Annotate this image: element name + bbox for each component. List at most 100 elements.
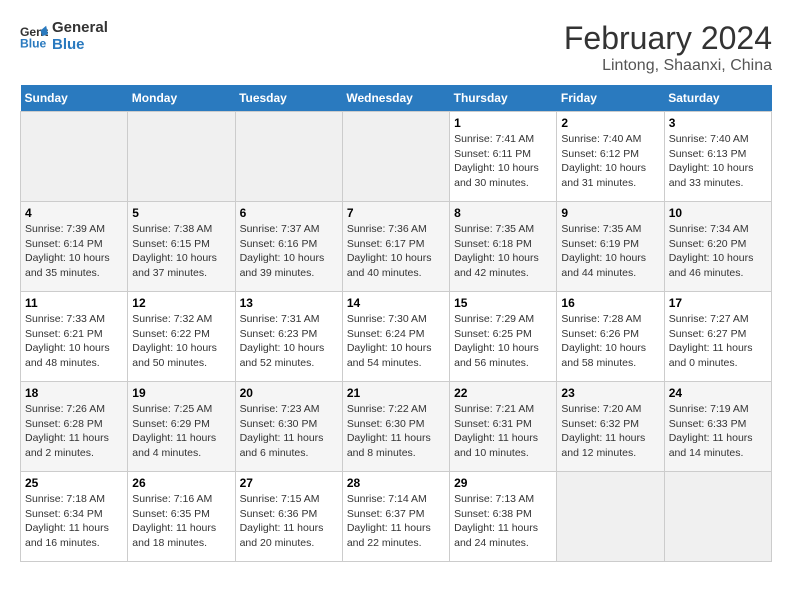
calendar-cell: 3Sunrise: 7:40 AMSunset: 6:13 PMDaylight… [664,112,771,202]
day-info: Sunrise: 7:18 AMSunset: 6:34 PMDaylight:… [25,492,123,551]
calendar-cell [128,112,235,202]
calendar-cell [342,112,449,202]
calendar-cell: 25 Sunrise: 7:18 AMSunset: 6:34 PMDayligh… [21,472,128,562]
day-number: 28 [347,476,445,490]
day-number: 26 [132,476,230,490]
day-number: 9 [561,206,659,220]
day-number: 24 [669,386,767,400]
calendar-week-1: 1 Sunrise: 7:41 AMSunset: 6:11 PMDaylight… [21,112,772,202]
day-number: 13 [240,296,338,310]
day-info: Sunrise: 7:34 AMSunset: 6:20 PMDaylight:… [669,222,767,281]
calendar-cell: 24 Sunrise: 7:19 AMSunset: 6:33 PMDayligh… [664,382,771,472]
calendar-cell: 26Sunrise: 7:16 AMSunset: 6:35 PMDayligh… [128,472,235,562]
logo-icon: General Blue [20,23,48,51]
day-info: Sunrise: 7:14 AMSunset: 6:37 PMDaylight:… [347,492,445,551]
header-day-friday: Friday [557,85,664,112]
calendar-cell [235,112,342,202]
calendar-subtitle: Lintong, Shaanxi, China [564,57,772,75]
day-info: Sunrise: 7:41 AMSunset: 6:11 PMDaylight:… [454,132,552,191]
day-info: Sunrise: 7:27 AMSunset: 6:27 PMDaylight:… [669,312,767,371]
day-number: 27 [240,476,338,490]
day-number: 16 [561,296,659,310]
calendar-cell: 18Sunrise: 7:26 AMSunset: 6:28 PMDayligh… [21,382,128,472]
calendar-cell [21,112,128,202]
calendar-week-5: 25 Sunrise: 7:18 AMSunset: 6:34 PMDayligh… [21,472,772,562]
calendar-title: February 2024 [564,20,772,57]
day-info: Sunrise: 7:23 AMSunset: 6:30 PMDaylight:… [240,402,338,461]
day-info: Sunrise: 7:36 AMSunset: 6:17 PMDaylight:… [347,222,445,281]
calendar-week-2: 4Sunrise: 7:39 AMSunset: 6:14 PMDaylight… [21,202,772,292]
logo-line2: Blue [52,37,108,54]
calendar-header-row: SundayMondayTuesdayWednesdayThursdayFrid… [21,85,772,112]
day-info: Sunrise: 7:19 AMSunset: 6:33 PMDaylight:… [669,402,767,461]
day-number: 21 [347,386,445,400]
calendar-cell [557,472,664,562]
calendar-cell: 2 Sunrise: 7:40 AMSunset: 6:12 PMDaylight… [557,112,664,202]
calendar-table: SundayMondayTuesdayWednesdayThursdayFrid… [20,85,772,562]
calendar-cell: 29 Sunrise: 7:13 AMSunset: 6:38 PMDayligh… [450,472,557,562]
day-number: 22 [454,386,552,400]
day-info: Sunrise: 7:38 AMSunset: 6:15 PMDaylight:… [132,222,230,281]
day-number: 5 [132,206,230,220]
calendar-week-3: 11 Sunrise: 7:33 AMSunset: 6:21 PMDayligh… [21,292,772,382]
day-info: Sunrise: 7:13 AMSunset: 6:38 PMDaylight:… [454,492,552,551]
calendar-cell: 14 Sunrise: 7:30 AMSunset: 6:24 PMDayligh… [342,292,449,382]
calendar-cell: 1 Sunrise: 7:41 AMSunset: 6:11 PMDaylight… [450,112,557,202]
day-number: 15 [454,296,552,310]
calendar-cell: 5 Sunrise: 7:38 AMSunset: 6:15 PMDaylight… [128,202,235,292]
calendar-cell: 16Sunrise: 7:28 AMSunset: 6:26 PMDayligh… [557,292,664,382]
calendar-cell: 8Sunrise: 7:35 AMSunset: 6:18 PMDaylight… [450,202,557,292]
day-info: Sunrise: 7:25 AMSunset: 6:29 PMDaylight:… [132,402,230,461]
day-number: 11 [25,296,123,310]
calendar-cell: 12 Sunrise: 7:32 AMSunset: 6:22 PMDayligh… [128,292,235,382]
day-info: Sunrise: 7:29 AMSunset: 6:25 PMDaylight:… [454,312,552,371]
day-number: 8 [454,206,552,220]
logo: General Blue General Blue [20,20,108,53]
day-number: 1 [454,116,552,130]
header: General Blue General Blue February 2024 … [20,20,772,75]
day-number: 2 [561,116,659,130]
day-info: Sunrise: 7:39 AMSunset: 6:14 PMDaylight:… [25,222,123,281]
day-info: Sunrise: 7:32 AMSunset: 6:22 PMDaylight:… [132,312,230,371]
calendar-cell: 20 Sunrise: 7:23 AMSunset: 6:30 PMDayligh… [235,382,342,472]
day-number: 14 [347,296,445,310]
day-info: Sunrise: 7:22 AMSunset: 6:30 PMDaylight:… [347,402,445,461]
header-day-tuesday: Tuesday [235,85,342,112]
day-number: 19 [132,386,230,400]
title-area: February 2024 Lintong, Shaanxi, China [564,20,772,75]
day-info: Sunrise: 7:40 AMSunset: 6:12 PMDaylight:… [561,132,659,191]
day-number: 20 [240,386,338,400]
calendar-week-4: 18Sunrise: 7:26 AMSunset: 6:28 PMDayligh… [21,382,772,472]
day-number: 6 [240,206,338,220]
calendar-cell: 21 Sunrise: 7:22 AMSunset: 6:30 PMDayligh… [342,382,449,472]
day-info: Sunrise: 7:30 AMSunset: 6:24 PMDaylight:… [347,312,445,371]
day-info: Sunrise: 7:33 AMSunset: 6:21 PMDaylight:… [25,312,123,371]
calendar-cell: 11 Sunrise: 7:33 AMSunset: 6:21 PMDayligh… [21,292,128,382]
logo-line1: General [52,20,108,37]
calendar-cell: 28 Sunrise: 7:14 AMSunset: 6:37 PMDayligh… [342,472,449,562]
calendar-cell: 7 Sunrise: 7:36 AMSunset: 6:17 PMDaylight… [342,202,449,292]
day-number: 23 [561,386,659,400]
day-number: 12 [132,296,230,310]
calendar-cell: 10 Sunrise: 7:34 AMSunset: 6:20 PMDayligh… [664,202,771,292]
calendar-cell: 27 Sunrise: 7:15 AMSunset: 6:36 PMDayligh… [235,472,342,562]
day-number: 17 [669,296,767,310]
svg-text:Blue: Blue [20,36,47,50]
day-info: Sunrise: 7:31 AMSunset: 6:23 PMDaylight:… [240,312,338,371]
header-day-saturday: Saturday [664,85,771,112]
day-number: 29 [454,476,552,490]
day-number: 25 [25,476,123,490]
day-number: 7 [347,206,445,220]
calendar-cell: 9Sunrise: 7:35 AMSunset: 6:19 PMDaylight… [557,202,664,292]
calendar-cell: 13 Sunrise: 7:31 AMSunset: 6:23 PMDayligh… [235,292,342,382]
calendar-cell: 4Sunrise: 7:39 AMSunset: 6:14 PMDaylight… [21,202,128,292]
calendar-cell: 17 Sunrise: 7:27 AMSunset: 6:27 PMDayligh… [664,292,771,382]
day-info: Sunrise: 7:21 AMSunset: 6:31 PMDaylight:… [454,402,552,461]
day-info: Sunrise: 7:37 AMSunset: 6:16 PMDaylight:… [240,222,338,281]
day-info: Sunrise: 7:15 AMSunset: 6:36 PMDaylight:… [240,492,338,551]
header-day-thursday: Thursday [450,85,557,112]
day-info: Sunrise: 7:26 AMSunset: 6:28 PMDaylight:… [25,402,123,461]
day-number: 10 [669,206,767,220]
header-day-monday: Monday [128,85,235,112]
calendar-cell [664,472,771,562]
